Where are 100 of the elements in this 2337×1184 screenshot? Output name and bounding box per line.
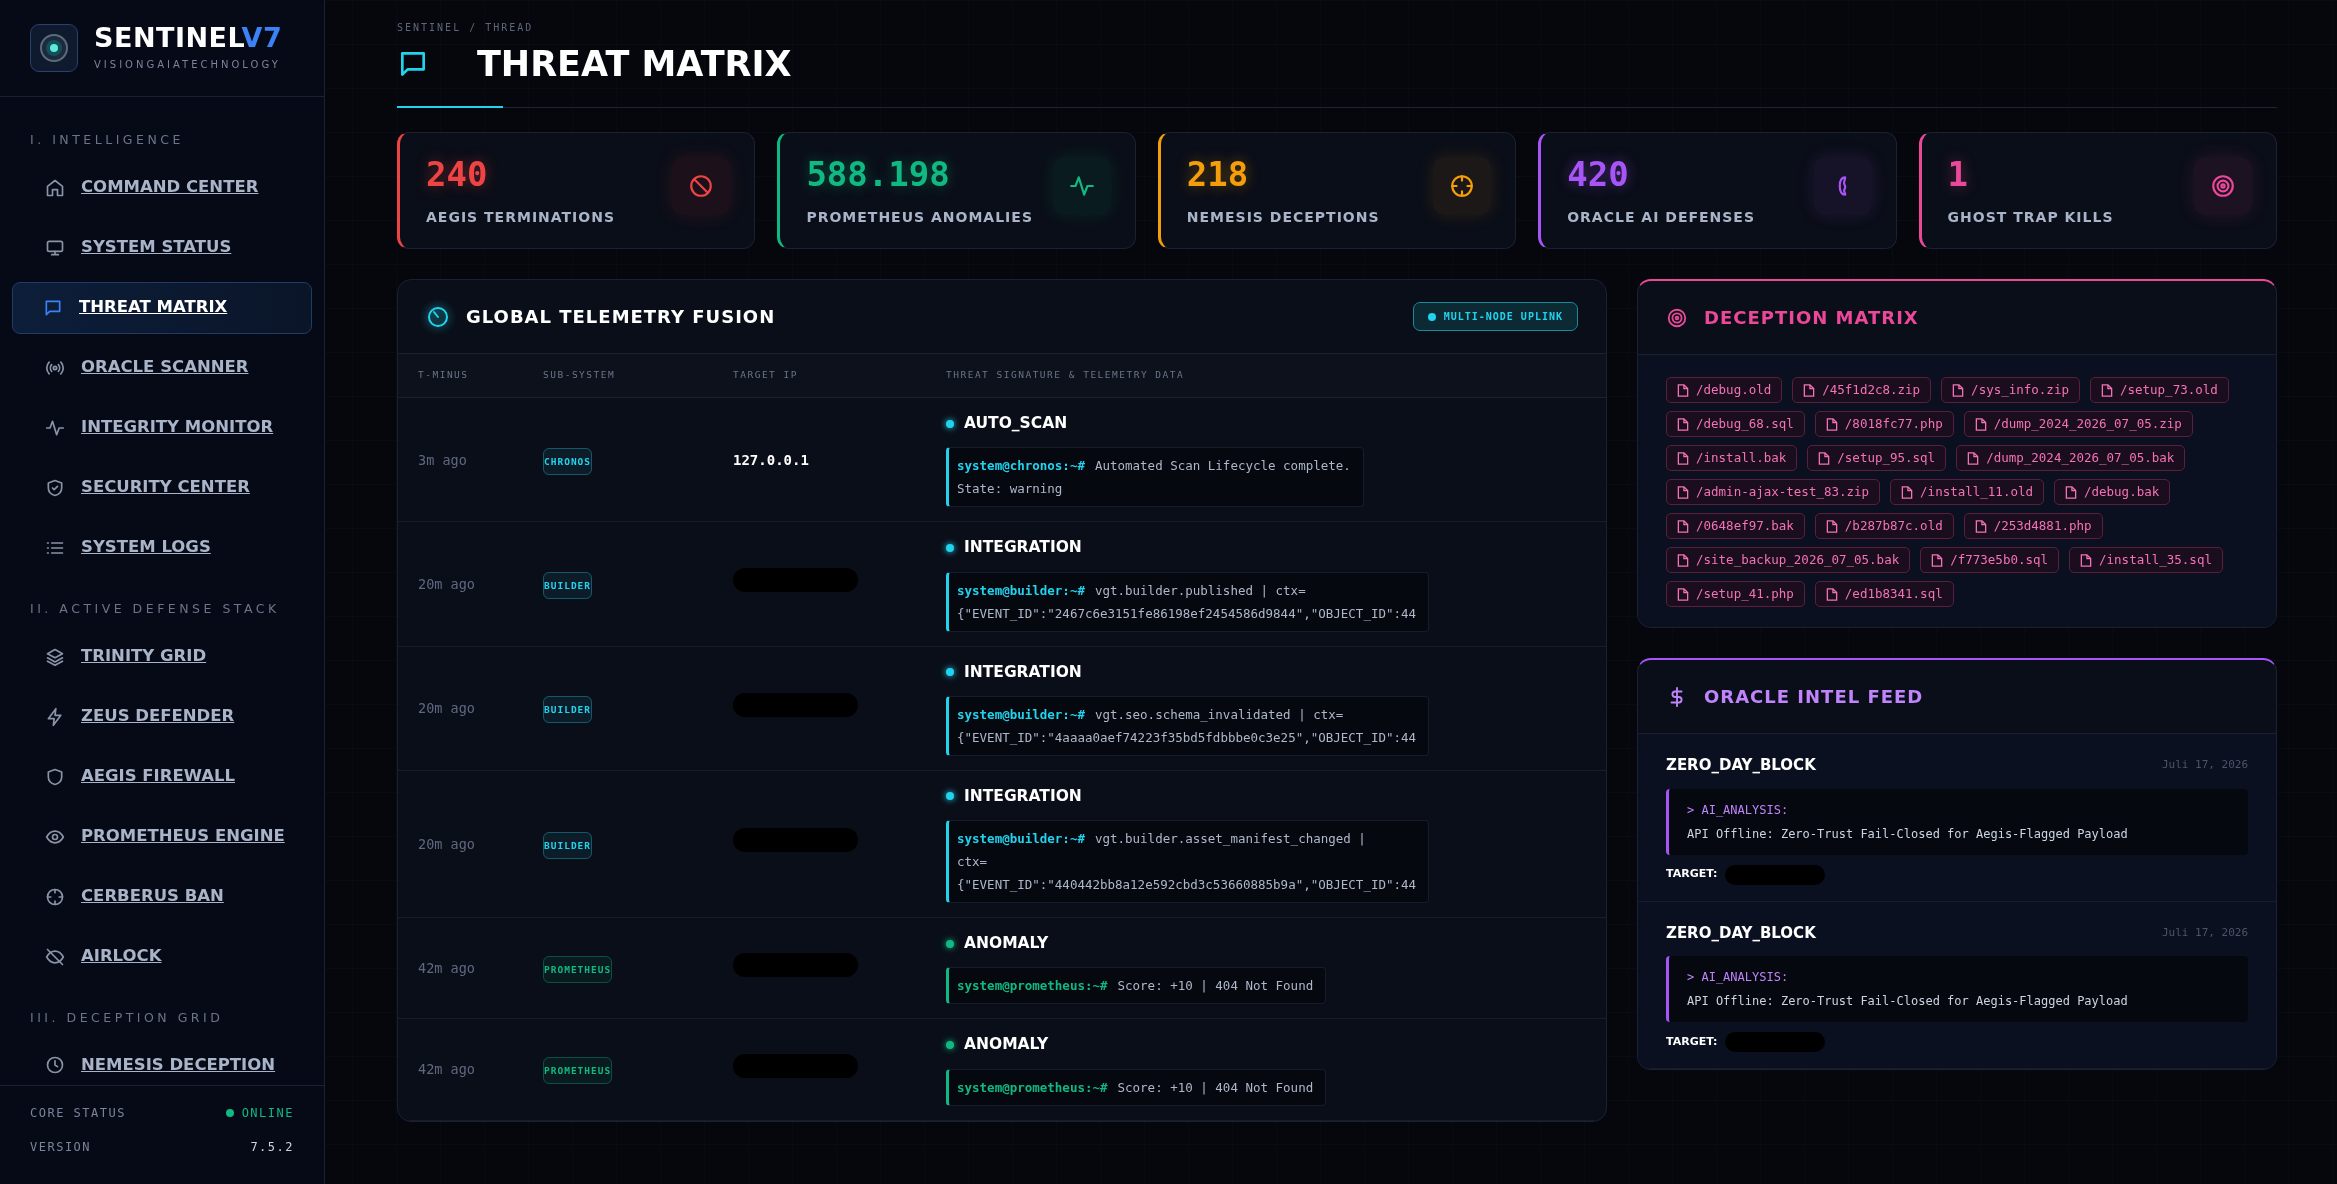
eye-off-icon [45, 946, 65, 967]
file-icon [1677, 519, 1689, 533]
file-tag: /debug.old [1666, 377, 1783, 403]
time-cell-text: 3m ago [418, 450, 468, 470]
file-icon [1818, 451, 1831, 465]
nav-item[interactable]: NEMESIS DECEPTION [12, 1039, 312, 1085]
target-label: TARGET: [1666, 1033, 1718, 1050]
file-icon [1974, 417, 1987, 431]
time-cell-text: 20m ago [418, 834, 476, 854]
clock-icon [45, 1055, 65, 1076]
entry-title: ZERO_DAY_BLOCK [1666, 922, 1816, 944]
file-icon [1825, 417, 1838, 431]
analysis-text: API Offline: Zero-Trust Fail-Closed for Aegis-Flagged Payload [1687, 993, 2129, 1010]
blocked-icon [688, 173, 715, 199]
nav-item[interactable]: INTEGRITY MONITOR [12, 401, 312, 454]
analysis-label: > AI_ANALYSIS: [1687, 801, 1790, 819]
breadcrumb: SENTINEL / THREAD [397, 21, 535, 35]
stat-label: PROMETHEUS ANOMALIES [806, 208, 1033, 227]
status-value: ONLINE [241, 1105, 294, 1122]
subsystem-tag: BUILDER [543, 831, 593, 859]
target-label: TARGET: [1666, 866, 1718, 883]
section-title: III. DECEPTION GRID [29, 1008, 225, 1027]
stat-label: ORACLE AI DEFENSES [1567, 208, 1755, 227]
file-icon [1677, 587, 1689, 601]
file-icon [1901, 485, 1914, 499]
file-icon [1677, 485, 1689, 499]
footer-value: 7.5.2 [250, 1139, 294, 1156]
event-dot [946, 668, 954, 677]
time-cell-text: 20m ago [418, 574, 476, 594]
event-title: INTEGRATION [964, 661, 1082, 683]
brand-name: SENTINELV7 [94, 24, 283, 51]
crosshair-icon [1449, 173, 1476, 199]
subsystem-tag: BUILDER [543, 696, 593, 724]
section-title: I. INTELLIGENCE [29, 131, 185, 149]
nav-item[interactable]: SYSTEM STATUS [12, 221, 312, 274]
time-cell-text: 42m ago [418, 1060, 476, 1080]
stat-value: 240 [426, 157, 489, 191]
event-dot [946, 543, 954, 552]
shield-check-icon [45, 477, 65, 498]
subsystem-tag: PROMETHEUS [543, 1057, 613, 1085]
nav-item[interactable]: ORACLE SCANNER [12, 341, 312, 394]
entry-date: Juli 17, 2026 [2161, 924, 2248, 941]
file-icon [1677, 553, 1689, 567]
stat-value: 420 [1567, 157, 1630, 191]
file-tag: /b287b87c.old [1814, 513, 1954, 539]
panel-title: GLOBAL TELEMETRY FUSION [466, 305, 776, 329]
subsystem-tag: PROMETHEUS [543, 956, 613, 984]
stat-label: AEGIS TERMINATIONS [426, 208, 615, 227]
time-cell-text: 42m ago [418, 959, 476, 978]
nav-item[interactable]: PROMETHEUS ENGINE [12, 810, 312, 863]
analysis-label: > AI_ANALYSIS: [1687, 969, 1790, 986]
shield-icon [45, 766, 65, 787]
file-icon [1677, 383, 1689, 397]
stat-value: 588.198 [806, 157, 951, 191]
file-tag: /45f1d2c8.zip [1792, 377, 1932, 403]
file-tag: /install_35.sql [2069, 547, 2223, 573]
file-tag: /install_11.old [1890, 479, 2044, 505]
panel-title: DECEPTION MATRIX [1704, 306, 1919, 330]
nav-item[interactable]: SYSTEM LOGS [12, 521, 312, 574]
lightning-icon [45, 706, 65, 727]
file-tag: /0648ef97.bak [1666, 513, 1805, 539]
time-cell-text: 20m ago [418, 699, 476, 718]
uplink-badge: MULTI-NODE UPLINK [1412, 302, 1578, 331]
nav-item[interactable]: AIRLOCK [12, 930, 312, 983]
file-tag: /admin-ajax-test_83.zip [1666, 479, 1881, 505]
activity-icon [45, 417, 65, 438]
console-output: system@builder:~# vgt.builder.asset_manifest_changed | ctx= {"EVENT_ID":"440442bb8a12e592cbd3c53660885b9a","OBJECT_ID":44 [946, 820, 1430, 903]
column-header: SUB-SYSTEM [543, 368, 617, 383]
event-dot [946, 419, 954, 428]
file-tag: /ed1b8341.sql [1814, 581, 1954, 607]
subsystem-tag: BUILDER [543, 571, 593, 599]
file-tag: /dump_2024_2026_07_05.zip [1963, 411, 2193, 437]
file-tag: /debug_68.sql [1666, 411, 1805, 437]
subsystem-tag: CHRONOS [543, 447, 593, 475]
console-output: system@chronos:~# Automated Scan Lifecycle complete. State: warning [946, 447, 1364, 508]
logo-icon [30, 24, 78, 72]
nav-item[interactable]: CERBERUS BAN [12, 870, 312, 923]
nav-item[interactable]: ZEUS DEFENDER [12, 690, 312, 743]
stat-label: NEMESIS DECEPTIONS [1186, 208, 1380, 227]
nav-item[interactable]: SECURITY CENTER [12, 461, 312, 514]
nav-item[interactable]: THREAT MATRIX [12, 281, 312, 334]
gauge-icon [426, 304, 450, 329]
nav-item[interactable]: TRINITY GRID [12, 630, 312, 683]
nav-item[interactable]: COMMAND CENTER [12, 161, 312, 214]
file-icon [2100, 383, 2113, 397]
file-icon [1677, 451, 1689, 465]
event-title: AUTO_SCAN [964, 413, 1068, 434]
file-icon [1967, 451, 1980, 465]
file-tag: /sys_info.zip [1941, 377, 2080, 403]
activity-icon [1068, 173, 1095, 199]
console-output: system@prometheus:~# Score: +10 | 404 Not Found [946, 1068, 1327, 1106]
page-title: THREAT MATRIX [477, 43, 792, 85]
console-output: system@prometheus:~# Score: +10 | 404 Not Found [946, 967, 1327, 1005]
ip-address: 127.0.0.1 [733, 451, 809, 468]
file-icon [1952, 383, 1965, 397]
nav-item[interactable]: AEGIS FIREWALL [12, 750, 312, 803]
file-icon [1974, 519, 1987, 533]
entry-title: ZERO_DAY_BLOCK [1666, 755, 1816, 776]
footer-label: VERSION [30, 1139, 92, 1156]
file-tag: /setup_73.old [2089, 377, 2229, 403]
